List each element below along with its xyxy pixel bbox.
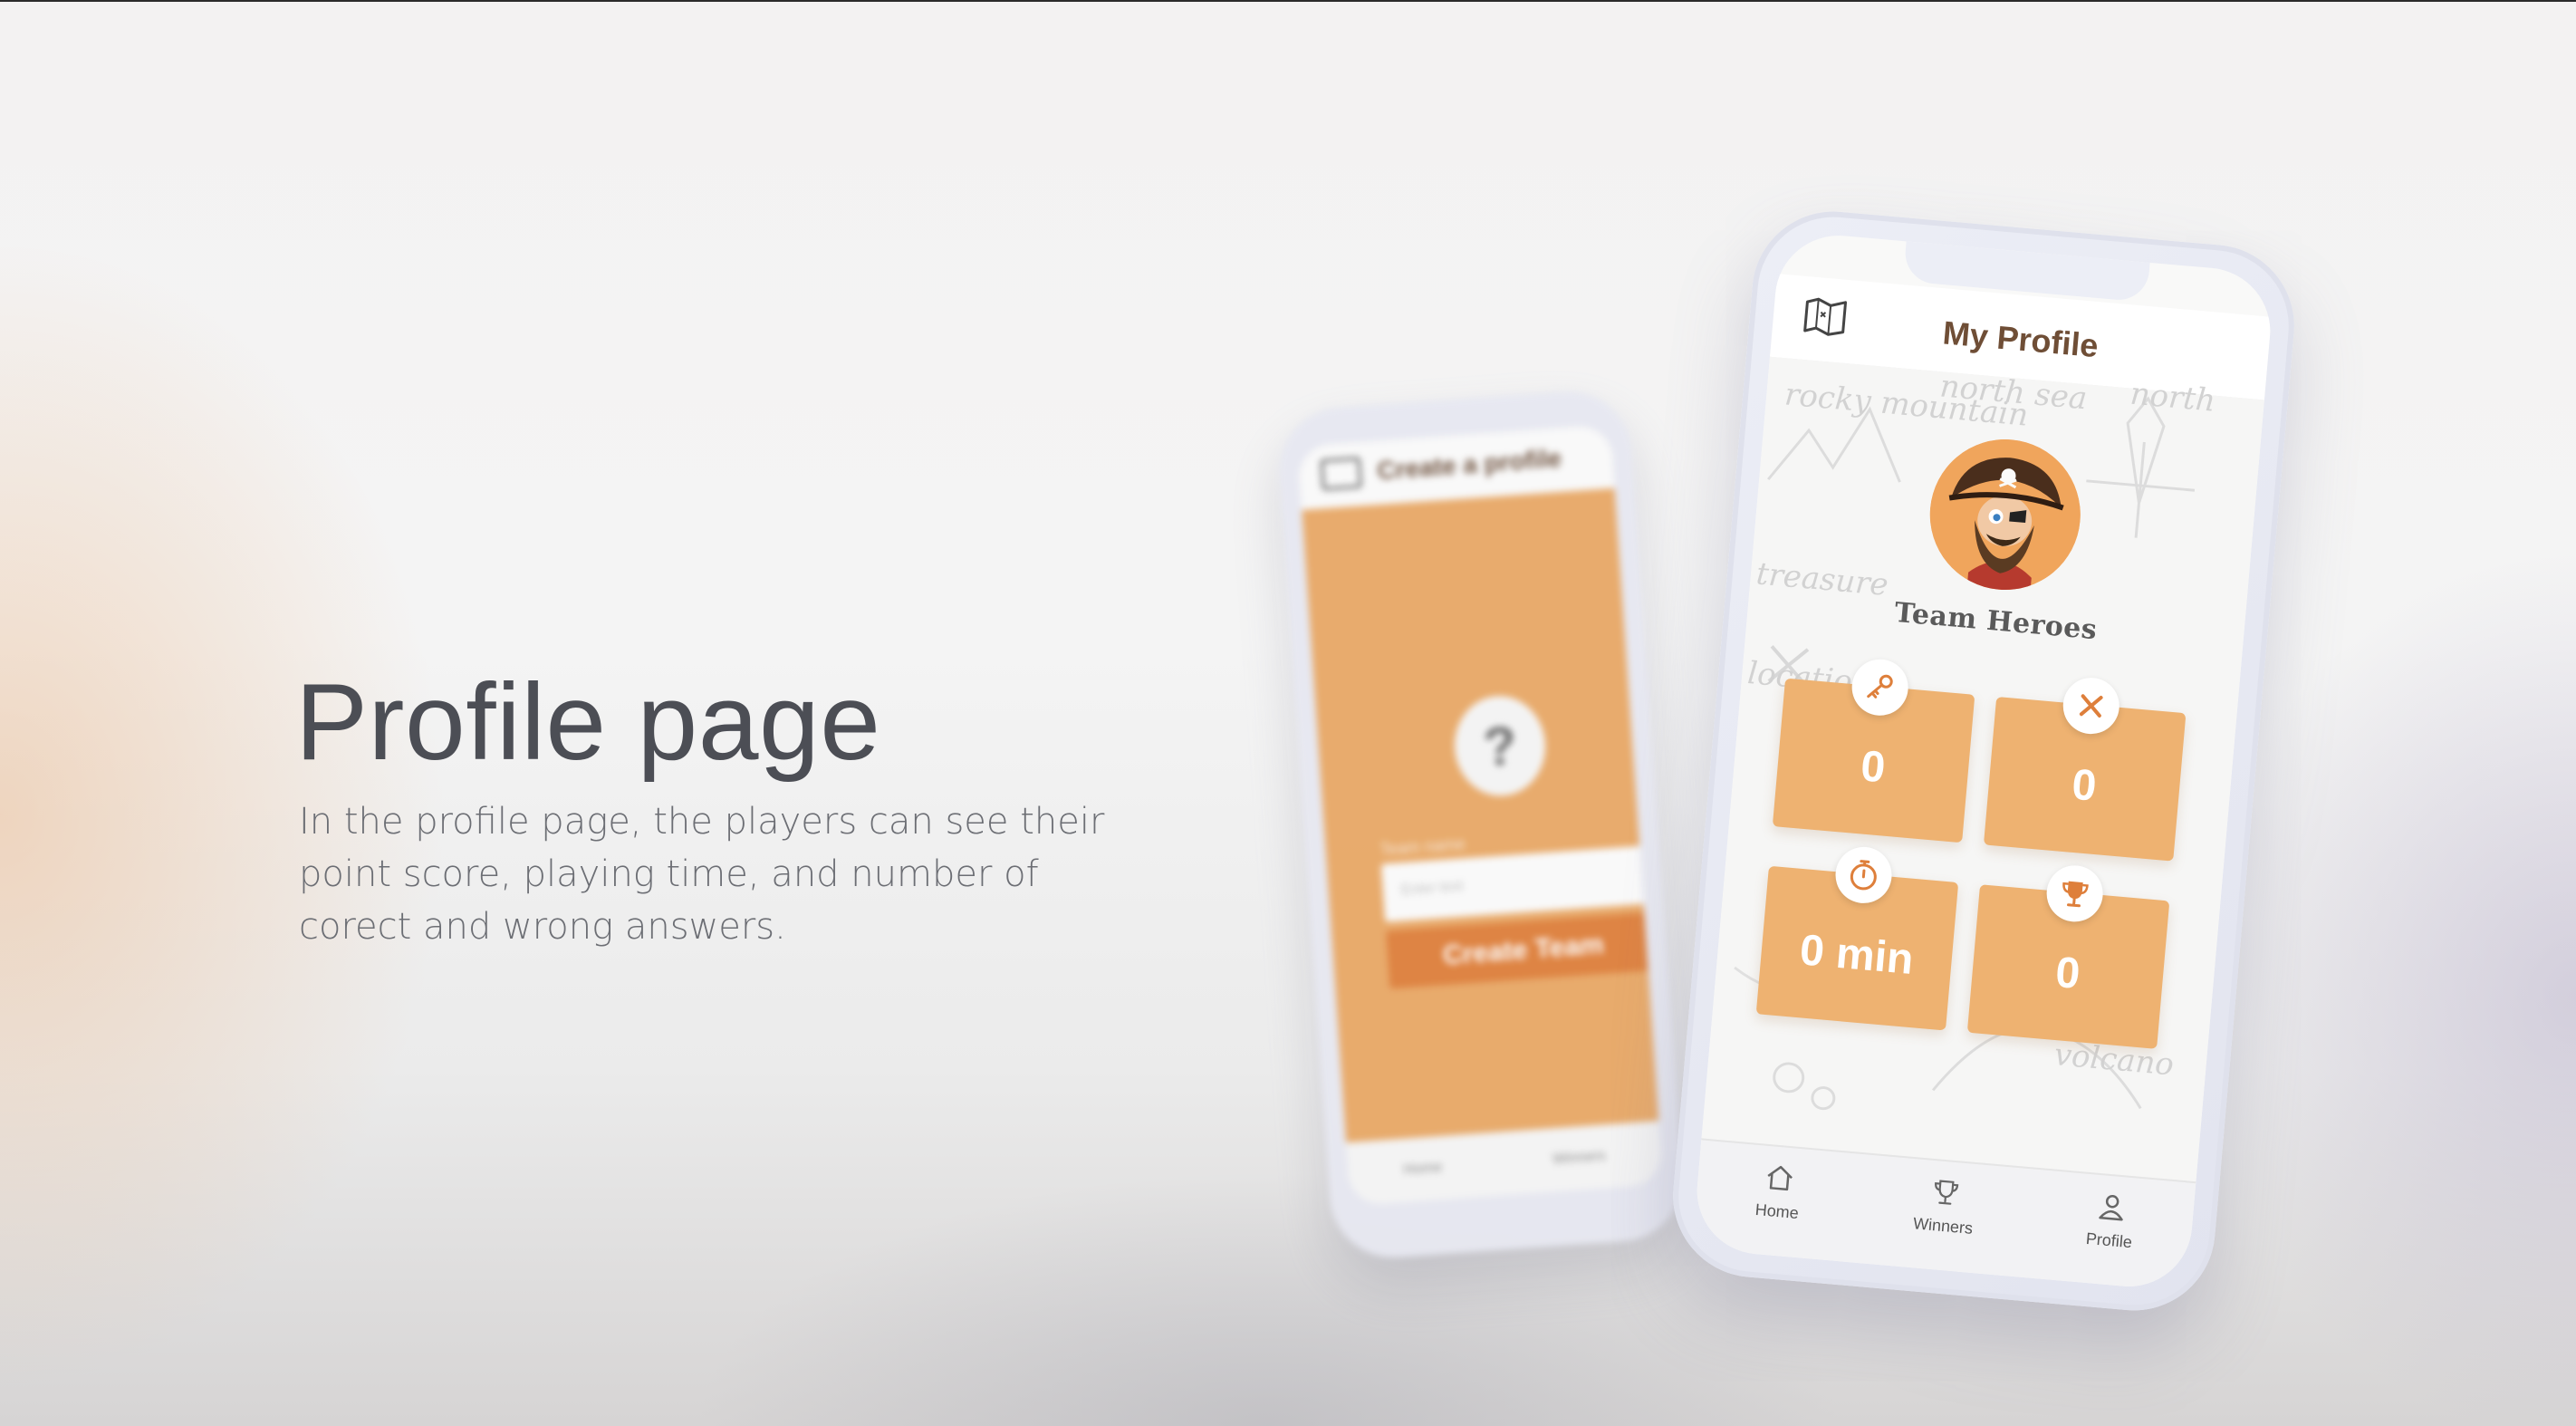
- map-icon: [1320, 457, 1362, 491]
- slide-description: In the profile page, the players can see…: [299, 801, 1105, 948]
- map-label-north: north: [2129, 375, 2217, 419]
- profile-screen: My Profile rocky mountain north sea nort…: [1691, 230, 2276, 1292]
- stat-card-points: 0: [1966, 862, 2170, 1049]
- back-phone-body: ? Team name Enter text Create Team: [1302, 487, 1661, 1143]
- back-phone-title: Create a profile: [1376, 443, 1562, 485]
- nav-profile[interactable]: Profile: [2054, 1188, 2167, 1255]
- stat-card-correct: 0: [1772, 657, 1975, 843]
- create-team-button[interactable]: Create Team: [1385, 911, 1661, 989]
- nav-home[interactable]: Home: [1722, 1159, 1835, 1226]
- stat-value-wrong: 0: [2070, 760, 2099, 811]
- team-name-label: Team name: [1379, 834, 1466, 859]
- nav-home-label: Home: [1754, 1200, 1800, 1223]
- stat-value-points: 0: [2053, 948, 2082, 999]
- stat-value-time: 0 min: [1798, 926, 1916, 984]
- stat-card-wrong: 0: [1983, 675, 2187, 862]
- nav-profile-label: Profile: [2085, 1228, 2133, 1252]
- home-icon: [1767, 1165, 1793, 1191]
- back-phone-screen: Create a profile ? Team name Enter text …: [1297, 424, 1664, 1207]
- stat-card-time: 0 min: [1755, 844, 1959, 1031]
- back-nav-winners[interactable]: Winners: [1552, 1148, 1607, 1168]
- top-border-line: [0, 0, 2576, 2]
- nav-winners[interactable]: Winners: [1888, 1173, 2001, 1240]
- back-phone-mockup: Create a profile ? Team name Enter text …: [1274, 387, 1687, 1262]
- trophy-outline-icon: [1935, 1180, 1959, 1205]
- unknown-avatar-icon[interactable]: ?: [1451, 692, 1549, 799]
- team-name-placeholder: Enter text: [1400, 878, 1464, 899]
- user-icon: [2099, 1194, 2123, 1221]
- front-phone-mockup: My Profile rocky mountain north sea nort…: [1666, 205, 2302, 1317]
- nav-winners-label: Winners: [1912, 1214, 1974, 1238]
- stat-value-correct: 0: [1859, 742, 1888, 793]
- back-nav-home[interactable]: Home: [1403, 1160, 1443, 1179]
- slide-title: Profile page: [295, 661, 881, 783]
